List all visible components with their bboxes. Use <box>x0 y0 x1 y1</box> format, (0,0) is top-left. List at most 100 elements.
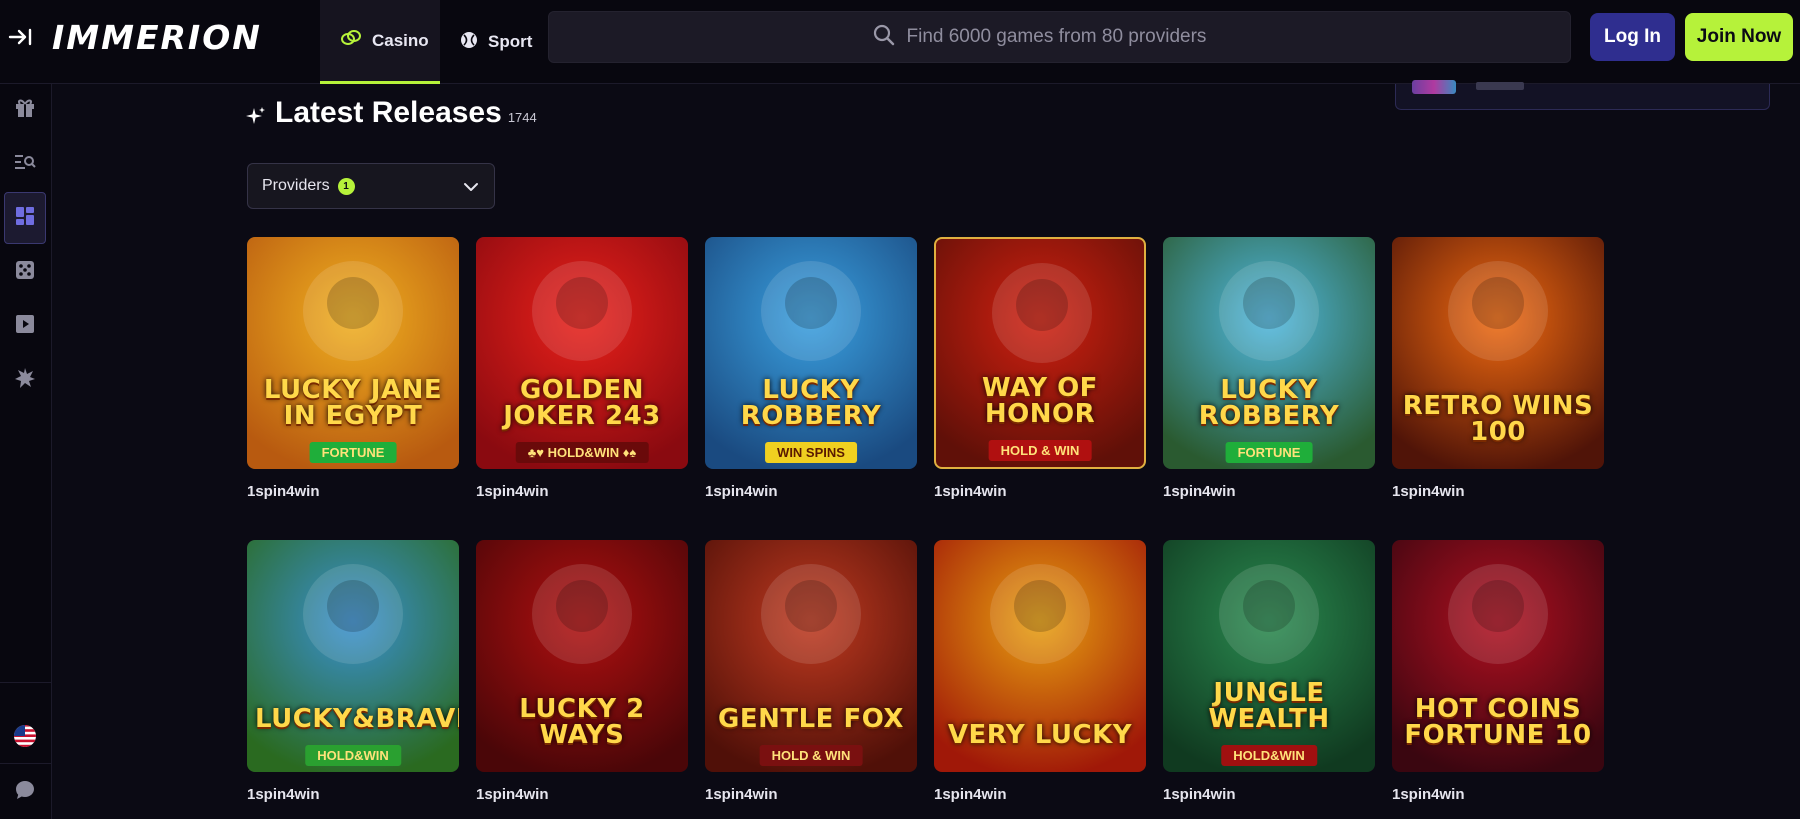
chevron-down-icon <box>462 178 480 201</box>
promo-card[interactable] <box>1395 80 1770 110</box>
sidebar-divider <box>0 682 52 683</box>
tab-casino-label: Casino <box>372 30 429 50</box>
game-artwork <box>1163 237 1375 469</box>
sidebar-item-new[interactable] <box>4 354 46 406</box>
sparkle-icon <box>246 106 266 131</box>
game-thumbnail[interactable]: HOT COINS FORTUNE 10 <box>1392 540 1604 772</box>
promo-thumbnail <box>1412 80 1456 94</box>
game-title-art: LUCKY ROBBERY <box>1198 375 1340 431</box>
grid-icon <box>15 206 35 231</box>
game-artwork <box>476 237 688 469</box>
tab-sport[interactable]: Sport <box>440 0 550 84</box>
game-provider: 1spin4win <box>476 786 549 803</box>
game-provider: 1spin4win <box>1392 483 1465 500</box>
game-artwork <box>247 237 459 469</box>
logo[interactable]: IMMERION <box>52 18 262 57</box>
game-card[interactable]: HOT COINS FORTUNE 10 1spin4win <box>1392 540 1604 803</box>
game-artwork <box>247 540 459 772</box>
game-title-art: LUCKY 2 WAYS <box>519 694 645 750</box>
game-card[interactable]: LUCKY&BRAVE HOLD&WIN 1spin4win <box>247 540 459 803</box>
game-thumbnail[interactable]: LUCKY JANE IN EGYPT FORTUNE <box>247 237 459 469</box>
section-header: Latest Releases 1744 <box>275 96 537 130</box>
live-chat-button[interactable] <box>4 766 46 818</box>
sidebar-item-table-games[interactable] <box>4 246 46 298</box>
sidebar-item-search-games[interactable] <box>4 138 46 190</box>
game-provider: 1spin4win <box>476 483 549 500</box>
game-provider: 1spin4win <box>705 483 778 500</box>
game-title-art: HOT COINS FORTUNE 10 <box>1404 694 1592 750</box>
game-card[interactable]: LUCKY ROBBERY WIN SPINS 1spin4win <box>705 237 917 500</box>
burst-icon <box>14 367 36 394</box>
game-thumbnail[interactable]: LUCKY ROBBERY WIN SPINS <box>705 237 917 469</box>
game-title-art: WAY OF HONOR <box>982 373 1098 429</box>
join-now-button[interactable]: Join Now <box>1685 13 1793 61</box>
game-title-art: LUCKY ROBBERY <box>740 375 882 431</box>
game-card[interactable]: LUCKY JANE IN EGYPT FORTUNE 1spin4win <box>247 237 459 500</box>
game-provider: 1spin4win <box>1163 483 1236 500</box>
providers-count-badge: 1 <box>337 177 355 195</box>
chat-icon <box>14 779 36 806</box>
game-title-art: VERY LUCKY <box>947 720 1133 750</box>
game-provider: 1spin4win <box>247 483 320 500</box>
game-artwork <box>936 239 1144 467</box>
game-tag: ♣♥ HOLD&WIN ♦♠ <box>515 442 649 463</box>
us-flag-icon <box>13 724 37 753</box>
sidebar-item-live[interactable] <box>4 300 46 352</box>
casino-chips-icon <box>340 28 362 53</box>
sidebar-item-games[interactable] <box>4 192 46 244</box>
providers-label: Providers <box>262 177 330 194</box>
game-title-art: RETRO WINS 100 <box>1402 391 1594 447</box>
game-title-art: LUCKY&BRAVE <box>255 704 459 734</box>
tab-casino[interactable]: Casino <box>320 0 440 84</box>
game-title-art: JUNGLE WEALTH <box>1208 678 1330 734</box>
game-title-art: LUCKY JANE IN EGYPT <box>263 375 443 431</box>
sidebar-divider <box>0 763 52 764</box>
game-thumbnail[interactable]: WAY OF HONOR HOLD & WIN <box>934 237 1146 469</box>
search-bar[interactable] <box>548 11 1571 63</box>
game-title-art: GOLDEN JOKER 243 <box>503 375 661 431</box>
dice-icon <box>15 260 35 285</box>
game-provider: 1spin4win <box>247 786 320 803</box>
providers-dropdown[interactable]: Providers 1 <box>247 163 495 209</box>
game-thumbnail[interactable]: JUNGLE WEALTH HOLD&WIN <box>1163 540 1375 772</box>
section-title: Latest Releases <box>275 96 502 129</box>
sidebar <box>0 84 52 819</box>
game-artwork <box>705 540 917 772</box>
search-icon <box>873 24 895 51</box>
section-count: 1744 <box>507 110 537 125</box>
game-tag: FORTUNE <box>309 442 397 463</box>
game-card[interactable]: LUCKY 2 WAYS 1spin4win <box>476 540 688 803</box>
gift-icon <box>14 97 36 124</box>
game-card[interactable]: GENTLE FOX HOLD & WIN 1spin4win <box>705 540 917 803</box>
expand-sidebar-icon[interactable] <box>6 22 36 52</box>
language-selector[interactable] <box>4 712 46 764</box>
game-provider: 1spin4win <box>934 483 1007 500</box>
game-thumbnail[interactable]: LUCKY ROBBERY FORTUNE <box>1163 237 1375 469</box>
game-card[interactable]: GOLDEN JOKER 243 ♣♥ HOLD&WIN ♦♠ 1spin4win <box>476 237 688 500</box>
game-title-art: GENTLE FOX <box>718 704 904 734</box>
game-card[interactable]: WAY OF HONOR HOLD & WIN 1spin4win <box>934 237 1146 500</box>
game-provider: 1spin4win <box>1163 786 1236 803</box>
game-card[interactable]: RETRO WINS 100 1spin4win <box>1392 237 1604 500</box>
game-thumbnail[interactable]: VERY LUCKY <box>934 540 1146 772</box>
game-tag: FORTUNE <box>1225 442 1313 463</box>
game-artwork <box>705 237 917 469</box>
sidebar-item-promotions[interactable] <box>4 84 46 136</box>
game-provider: 1spin4win <box>705 786 778 803</box>
game-tag: HOLD&WIN <box>305 745 401 766</box>
game-tag: HOLD&WIN <box>1221 745 1317 766</box>
top-bar: IMMERION Casino Sport Log In Join Now <box>0 0 1800 84</box>
game-card[interactable]: JUNGLE WEALTH HOLD&WIN 1spin4win <box>1163 540 1375 803</box>
search-list-icon <box>14 152 36 177</box>
game-artwork <box>1163 540 1375 772</box>
game-card[interactable]: LUCKY ROBBERY FORTUNE 1spin4win <box>1163 237 1375 500</box>
game-thumbnail[interactable]: GENTLE FOX HOLD & WIN <box>705 540 917 772</box>
promo-text <box>1476 82 1524 90</box>
search-input[interactable] <box>906 26 1247 48</box>
game-thumbnail[interactable]: GOLDEN JOKER 243 ♣♥ HOLD&WIN ♦♠ <box>476 237 688 469</box>
game-card[interactable]: VERY LUCKY 1spin4win <box>934 540 1146 803</box>
login-button[interactable]: Log In <box>1590 13 1675 61</box>
game-thumbnail[interactable]: LUCKY 2 WAYS <box>476 540 688 772</box>
game-thumbnail[interactable]: RETRO WINS 100 <box>1392 237 1604 469</box>
game-thumbnail[interactable]: LUCKY&BRAVE HOLD&WIN <box>247 540 459 772</box>
